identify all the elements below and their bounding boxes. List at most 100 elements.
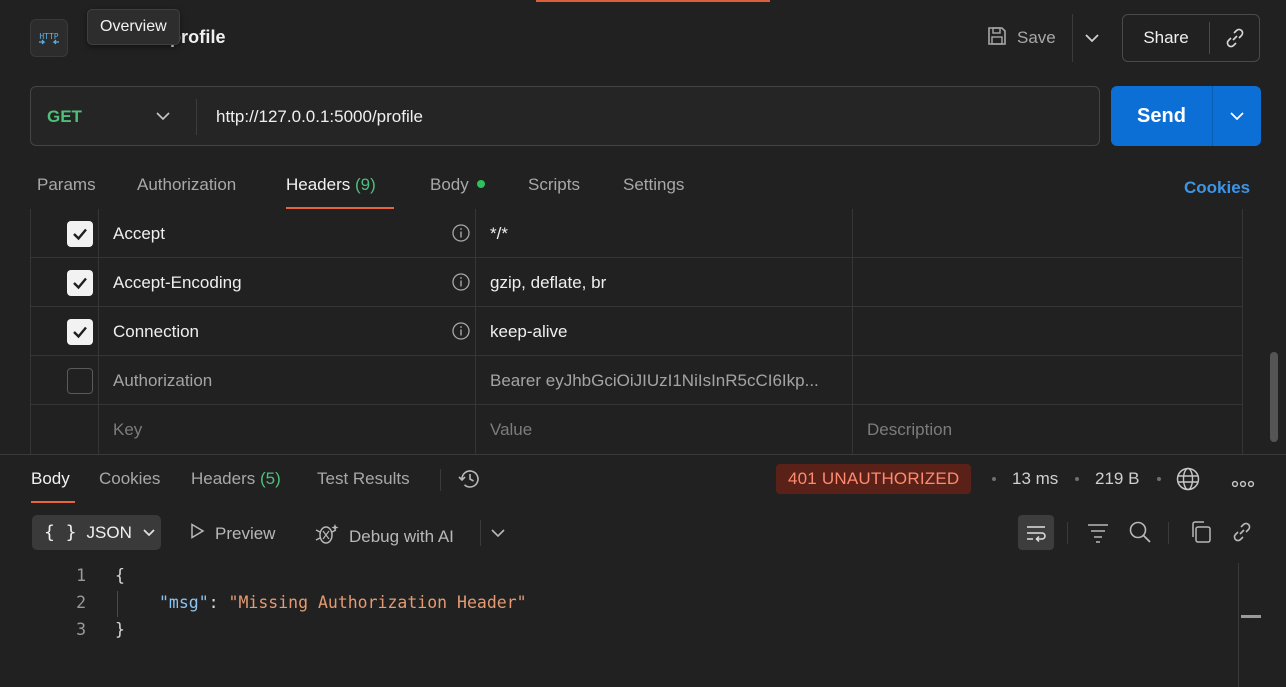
tab-params[interactable]: Params <box>37 175 96 195</box>
line-number: 1 <box>76 566 86 585</box>
tab-body[interactable]: Body <box>430 175 485 195</box>
checkbox-cell <box>30 258 99 307</box>
wrap-icon <box>1027 525 1046 542</box>
minimap-border <box>1238 563 1239 687</box>
filter-icon[interactable] <box>1086 520 1110 549</box>
url-bar: GET http://127.0.0.1:5000/profile <box>30 86 1100 146</box>
code-text: } <box>115 620 125 639</box>
postman-app: HTTP 0.1:5000/profile Overview Save Shar… <box>0 0 1286 687</box>
table-row: Connection keep-alive <box>30 307 1243 356</box>
headers-count: (9) <box>355 175 376 194</box>
table-row: Accept */* <box>30 209 1243 258</box>
header-value-cell[interactable]: */* <box>476 209 853 258</box>
http-icon: HTTP <box>30 19 68 57</box>
header-value-cell[interactable]: keep-alive <box>476 307 853 356</box>
link-icon[interactable] <box>1210 26 1259 50</box>
debug-options-chevron-down-icon[interactable] <box>490 526 506 544</box>
toolbar-divider <box>1067 522 1068 544</box>
response-tabs: Body Cookies Headers (5) Test Results 40… <box>0 455 1286 503</box>
tab-test-results[interactable]: Test Results <box>317 469 410 489</box>
send-options-chevron-down-icon[interactable] <box>1213 111 1261 121</box>
play-icon <box>188 522 206 545</box>
globe-icon[interactable] <box>1175 466 1201 497</box>
save-label: Save <box>1017 28 1056 47</box>
save-button[interactable]: Save <box>986 24 1056 52</box>
header-key-cell[interactable]: Connection <box>99 307 476 356</box>
search-icon[interactable] <box>1128 520 1152 549</box>
tab-authorization[interactable]: Authorization <box>137 175 236 195</box>
overview-tooltip: Overview <box>87 9 180 45</box>
checkbox-cell <box>30 307 99 356</box>
new-key-input[interactable]: Key <box>99 405 476 454</box>
svg-text:HTTP: HTTP <box>39 32 58 41</box>
header-description-cell[interactable] <box>853 209 1243 258</box>
format-select[interactable]: { } JSON <box>32 515 161 550</box>
header-key: Connection <box>113 322 200 341</box>
link-icon[interactable] <box>1230 520 1254 549</box>
header-checkbox[interactable] <box>67 270 93 296</box>
header-key-cell[interactable]: Authorization <box>99 356 476 405</box>
tab-response-body[interactable]: Body <box>31 469 70 489</box>
meta-separator <box>1157 477 1161 481</box>
code-text: "msg": "Missing Authorization Header" <box>159 593 527 612</box>
status-badge[interactable]: 401 UNAUTHORIZED <box>776 464 972 494</box>
table-row: Accept-Encoding gzip, deflate, br <box>30 258 1243 307</box>
checkbox-cell <box>30 356 99 405</box>
preview-button[interactable]: Preview <box>188 522 275 545</box>
header-description-cell[interactable] <box>853 307 1243 356</box>
check-icon <box>73 228 87 241</box>
line-number: 2 <box>76 593 86 612</box>
share-button[interactable]: Share <box>1122 14 1260 62</box>
header-value-cell[interactable]: gzip, deflate, br <box>476 258 853 307</box>
header-description-cell[interactable] <box>853 356 1243 405</box>
wrap-lines-button[interactable] <box>1018 515 1054 550</box>
header-key-cell[interactable]: Accept <box>99 209 476 258</box>
info-icon[interactable] <box>451 272 471 297</box>
tab-response-headers[interactable]: Headers (5) <box>191 469 281 489</box>
header-value-cell[interactable]: Bearer eyJhbGciOiJIUzI1NiIsInR5cCI6Ikp..… <box>476 356 853 405</box>
url-input[interactable]: http://127.0.0.1:5000/profile <box>216 107 423 127</box>
check-icon <box>73 277 87 290</box>
send-button[interactable]: Send <box>1111 86 1261 146</box>
save-options-chevron-down-icon[interactable] <box>1078 24 1106 52</box>
info-icon[interactable] <box>451 321 471 346</box>
tab-headers[interactable]: Headers (9) <box>286 175 376 195</box>
method-select[interactable]: GET <box>47 107 82 127</box>
line-number: 3 <box>76 620 86 639</box>
tab-scripts[interactable]: Scripts <box>528 175 580 195</box>
preview-label: Preview <box>215 523 276 543</box>
code-line: 2 "msg": "Missing Authorization Header" <box>0 589 1240 616</box>
header-checkbox[interactable] <box>67 319 93 345</box>
copy-icon[interactable] <box>1189 520 1213 549</box>
table-row: Authorization Bearer eyJhbGciOiJIUzI1NiI… <box>30 356 1243 405</box>
more-icon[interactable] <box>1231 475 1255 493</box>
cookies-link[interactable]: Cookies <box>1184 178 1250 198</box>
tab-response-cookies[interactable]: Cookies <box>99 469 160 489</box>
new-value-input[interactable]: Value <box>476 405 853 454</box>
header-value: */* <box>490 224 508 243</box>
header-checkbox[interactable] <box>67 221 93 247</box>
response-body-viewer[interactable]: 1 { 2 "msg": "Missing Authorization Head… <box>0 562 1240 643</box>
header-key: Accept <box>113 224 165 243</box>
history-icon[interactable] <box>457 467 483 496</box>
response-time[interactable]: 13 ms <box>1012 469 1058 489</box>
header-value: keep-alive <box>490 322 568 341</box>
new-description-input[interactable]: Description <box>853 405 1243 454</box>
header-key-cell[interactable]: Accept-Encoding <box>99 258 476 307</box>
chevron-down-icon[interactable] <box>155 106 171 131</box>
json-key: "msg" <box>159 593 209 612</box>
request-header: HTTP 0.1:5000/profile Overview Save Shar… <box>0 0 1286 76</box>
header-description-cell[interactable] <box>853 258 1243 307</box>
debug-ai-label: Debug with AI <box>349 526 454 546</box>
minimap-marker[interactable] <box>1241 615 1261 618</box>
request-tabs: Params Authorization Headers (9) Body Sc… <box>0 160 1286 210</box>
tab-settings[interactable]: Settings <box>623 175 684 195</box>
response-size[interactable]: 219 B <box>1095 469 1139 489</box>
headers-scrollbar[interactable] <box>1270 352 1278 442</box>
table-row-new: Key Value Description <box>30 405 1243 454</box>
json-string: "Missing Authorization Header" <box>228 593 527 612</box>
debug-ai-button[interactable]: Debug with AI <box>314 522 454 551</box>
description-placeholder: Description <box>867 420 953 439</box>
info-icon[interactable] <box>451 223 471 248</box>
header-checkbox[interactable] <box>67 368 93 394</box>
